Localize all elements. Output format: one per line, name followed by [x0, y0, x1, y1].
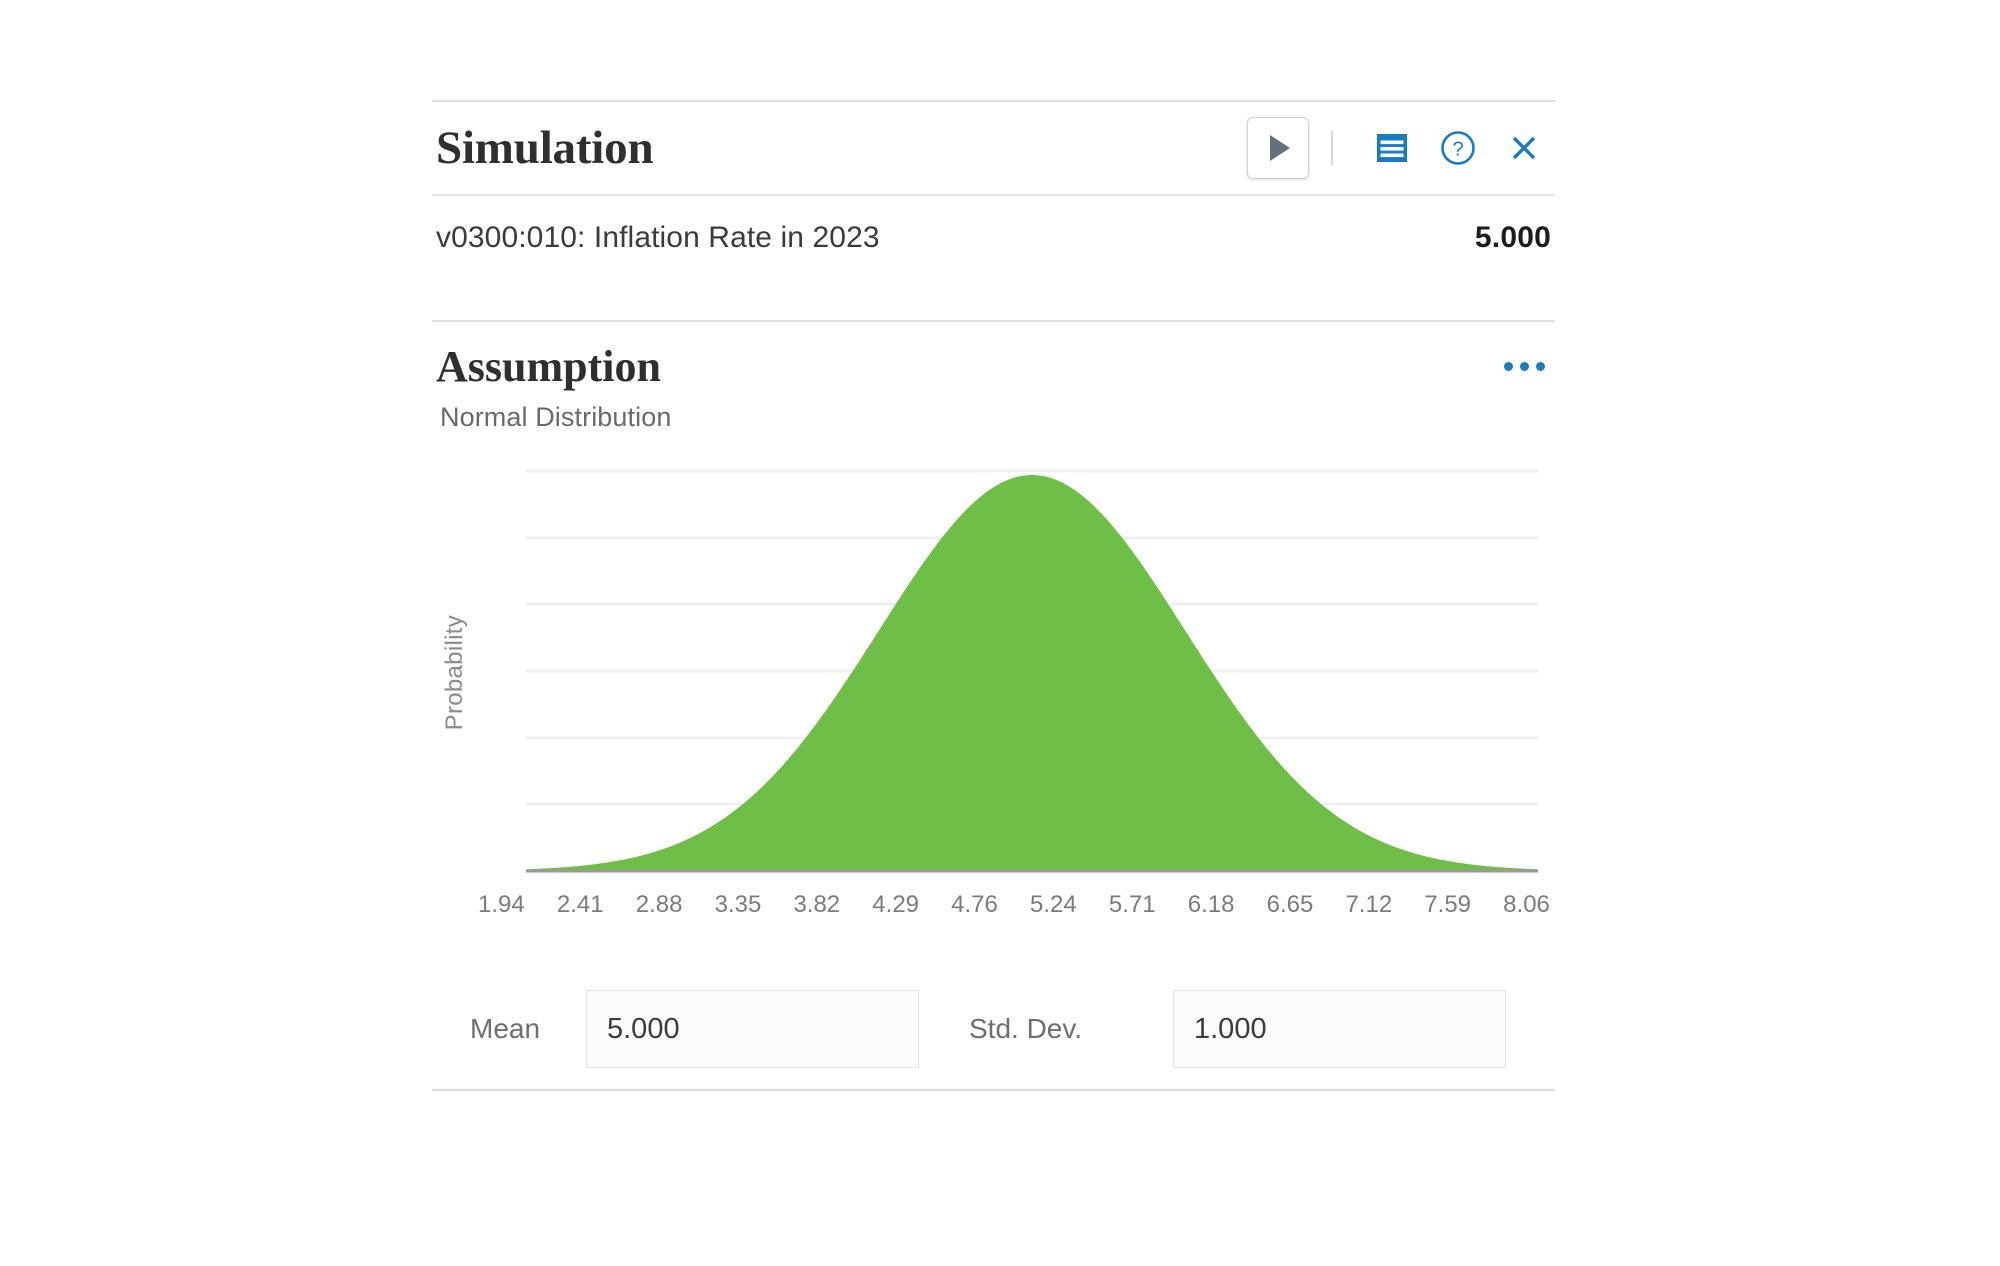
simulation-header: Simulation ? — [432, 102, 1555, 194]
help-button[interactable]: ? — [1429, 119, 1487, 177]
svg-text:?: ? — [1452, 139, 1463, 161]
table-icon — [1377, 134, 1407, 162]
x-tick-label: 4.29 — [872, 891, 920, 919]
x-axis-tick-labels: 1.94 2.41 2.88 3.35 3.82 4.29 4.76 5.24 5.71 6.18… — [478, 891, 1550, 919]
play-icon — [1270, 135, 1290, 161]
close-icon — [1512, 136, 1536, 160]
x-tick-label: 4.76 — [951, 891, 998, 919]
stddev-label: Std. Dev. — [969, 1013, 1083, 1045]
ellipsis-dot-icon — [1520, 362, 1529, 371]
assumption-subtitle: Normal Distribution — [440, 402, 672, 433]
header-actions: ? — [1247, 117, 1553, 179]
close-button[interactable] — [1495, 119, 1553, 177]
x-tick-label: 5.24 — [1030, 891, 1077, 919]
assumption-heading-group: Assumption Normal Distribution — [436, 342, 672, 433]
mean-label: Mean — [470, 1013, 541, 1045]
page-title: Simulation — [436, 121, 654, 174]
normal-curve-svg — [526, 469, 1538, 873]
assumption-header: Assumption Normal Distribution — [432, 322, 1555, 433]
x-tick-label: 5.71 — [1108, 891, 1156, 919]
distribution-chart: Probability 1.94 2.41 2.88 3.35 3.82 4.29 4.76… — [432, 467, 1555, 967]
table-view-button[interactable] — [1363, 119, 1421, 177]
mean-input[interactable] — [586, 990, 919, 1069]
panel-bottom-divider — [432, 1089, 1555, 1092]
stddev-input[interactable] — [1173, 990, 1506, 1069]
x-tick-label: 6.18 — [1187, 891, 1235, 919]
y-axis-label: Probability — [438, 467, 472, 877]
chart-plot-area — [526, 467, 1538, 877]
variable-row[interactable]: v0300:010: Inflation Rate in 2023 5.000 — [432, 196, 1555, 280]
x-tick-label: 2.41 — [556, 891, 604, 919]
normal-curve-area — [526, 475, 1538, 872]
simulation-panel: Simulation ? v0300:010: Inflation Rate i… — [432, 100, 1555, 1092]
ellipsis-dot-icon — [1536, 362, 1545, 371]
x-tick-label: 7.59 — [1424, 891, 1472, 919]
assumption-title: Assumption — [436, 342, 661, 391]
x-tick-label: 3.35 — [714, 891, 762, 919]
x-tick-label: 6.65 — [1266, 891, 1314, 919]
variable-name: v0300:010: Inflation Rate in 2023 — [436, 221, 880, 254]
toolbar-divider — [1331, 131, 1333, 165]
x-tick-label: 3.82 — [793, 891, 841, 919]
x-tick-label: 8.06 — [1503, 891, 1550, 919]
ellipsis-dot-icon — [1504, 362, 1513, 371]
x-tick-label: 7.12 — [1345, 891, 1393, 919]
run-simulation-button[interactable] — [1247, 117, 1309, 179]
x-tick-label: 1.94 — [478, 891, 525, 919]
variable-value: 5.000 — [1474, 221, 1551, 254]
y-axis-label-text: Probability — [441, 614, 468, 730]
help-circle-icon: ? — [1441, 131, 1475, 165]
x-tick-label: 2.88 — [635, 891, 683, 919]
more-options-button[interactable] — [1504, 344, 1551, 371]
parameters-row: Mean Std. Dev. — [432, 977, 1555, 1081]
